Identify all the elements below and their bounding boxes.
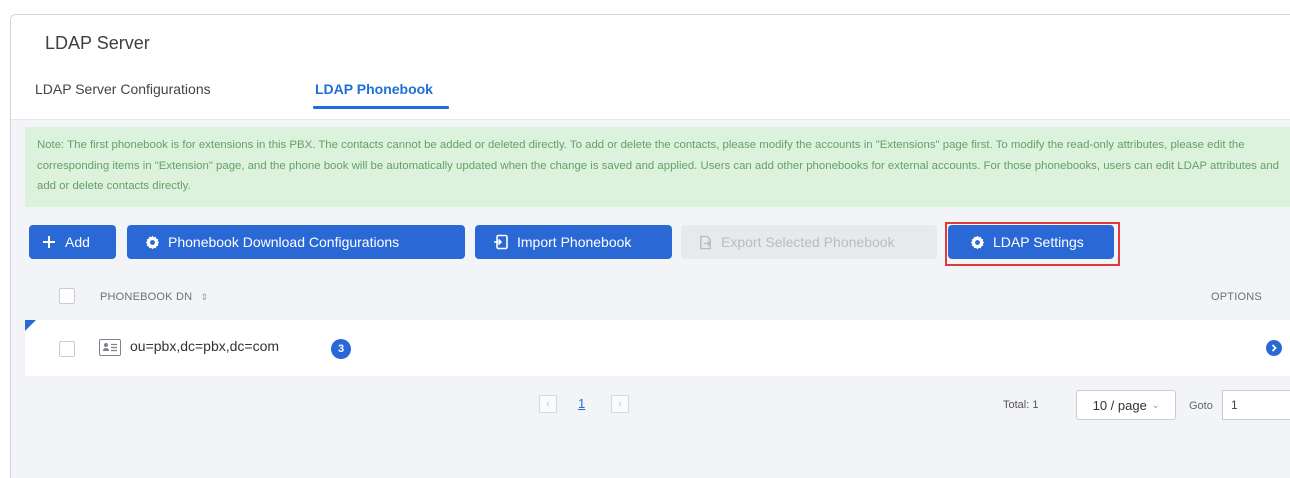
page-title: LDAP Server (45, 33, 150, 53)
page-size-select[interactable]: 10 / page ⌄ (1076, 390, 1176, 420)
tab-ldap-phonebook[interactable]: LDAP Phonebook (315, 81, 433, 97)
chevron-right-icon[interactable] (1266, 340, 1282, 356)
import-phonebook-button[interactable]: Import Phonebook (475, 225, 672, 259)
contact-count-badge: 3 (331, 339, 351, 359)
row-corner-marker (25, 320, 36, 331)
page-size-value: 10 / page (1092, 397, 1147, 413)
prev-page-button[interactable]: ‹ (539, 395, 557, 413)
export-icon (697, 234, 713, 250)
chevron-left-icon: ‹ (546, 398, 550, 410)
phonebook-dn: ou=pbx,dc=pbx,dc=com (130, 338, 280, 354)
add-button-label: Add (65, 234, 90, 250)
select-all-checkbox[interactable] (59, 288, 75, 304)
column-header-phonebook-dn[interactable]: PHONEBOOK DN ⇕ (100, 291, 208, 303)
chevron-down-icon: ⌄ (1151, 399, 1160, 410)
export-selected-phonebook-label: Export Selected Phonebook (721, 234, 895, 250)
column-header-options: OPTIONS (1211, 291, 1262, 303)
import-icon (493, 234, 509, 250)
next-page-button[interactable]: › (611, 395, 629, 413)
contact-card-icon (99, 339, 121, 356)
phonebook-download-configurations-label: Phonebook Download Configurations (168, 234, 400, 250)
row-checkbox[interactable] (59, 341, 75, 357)
goto-page-input[interactable] (1222, 390, 1290, 420)
import-phonebook-label: Import Phonebook (517, 234, 632, 250)
export-selected-phonebook-button[interactable]: Export Selected Phonebook (681, 225, 937, 259)
ldap-settings-highlight (945, 222, 1120, 266)
column-header-label: PHONEBOOK DN (100, 291, 193, 303)
table-row[interactable]: ou=pbx,dc=pbx,dc=com 3 (25, 320, 1290, 376)
plus-icon (41, 234, 57, 250)
page-number[interactable]: 1 (578, 396, 585, 411)
goto-label: Goto (1189, 400, 1213, 412)
phonebook-download-configurations-button[interactable]: Phonebook Download Configurations (127, 225, 465, 259)
sort-icon[interactable]: ⇕ (201, 292, 209, 302)
ldap-server-panel: LDAP Server LDAP Server Configurations L… (10, 14, 1290, 478)
add-button[interactable]: Add (29, 225, 116, 259)
page-header: LDAP Server LDAP Server Configurations L… (11, 15, 1290, 120)
chevron-right-icon: › (618, 398, 622, 410)
info-note: Note: The first phonebook is for extensi… (25, 127, 1290, 207)
gear-icon (144, 234, 160, 250)
active-tab-indicator (313, 106, 449, 109)
tab-ldap-server-configurations[interactable]: LDAP Server Configurations (35, 81, 211, 97)
total-count: Total: 1 (1003, 399, 1039, 411)
